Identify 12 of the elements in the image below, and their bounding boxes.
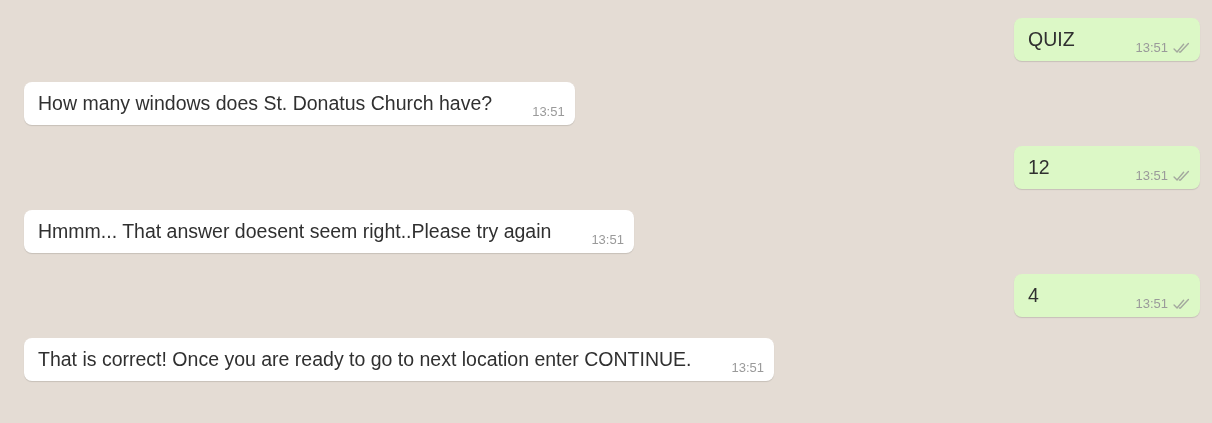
message-text: 12 <box>1028 155 1050 180</box>
message-time: 13:51 <box>1135 168 1168 183</box>
message-text: How many windows does St. Donatus Church have? <box>38 91 493 116</box>
message-time: 13:51 <box>1135 40 1168 55</box>
message-time: 13:51 <box>1135 296 1168 311</box>
message-text: QUIZ <box>1028 27 1075 52</box>
message-time: 13:51 <box>731 360 765 375</box>
message-text: 4 <box>1028 283 1039 308</box>
message-time: 13:51 <box>591 232 624 247</box>
message-text: Hmmm... That answer doesent seem right..Please try again <box>38 219 552 244</box>
message-text: That is correct! Once you are ready to go to next location enter CONTINUE. <box>38 347 692 372</box>
message-time: 13:51 <box>532 104 565 119</box>
